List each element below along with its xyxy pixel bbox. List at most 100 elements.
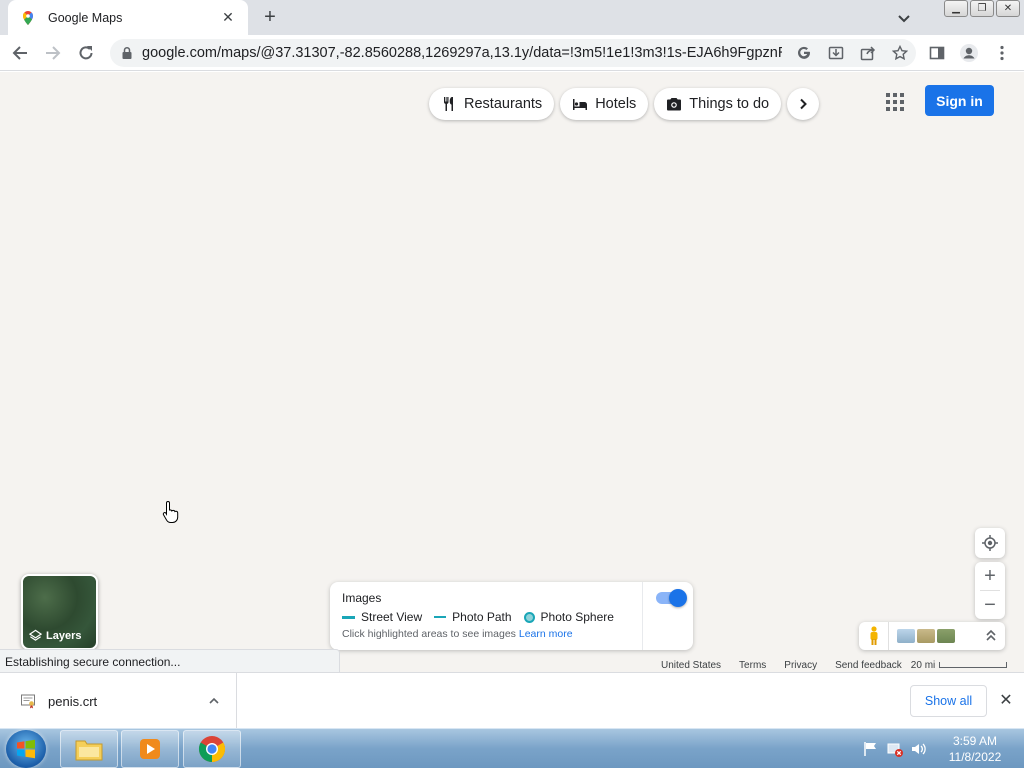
- status-bubble: Establishing secure connection...: [0, 649, 340, 672]
- media-player-icon: [140, 739, 160, 759]
- map-canvas[interactable]: Restaurants Hotels Things to do Sign in: [0, 72, 1024, 672]
- show-all-button[interactable]: Show all: [910, 685, 987, 717]
- window-close-icon[interactable]: ✕: [996, 0, 1020, 17]
- zoom-in-button[interactable]: +: [975, 562, 1005, 590]
- browser-menu-icon[interactable]: [990, 41, 1014, 65]
- taskbar-clock[interactable]: 3:59 AM 11/8/2022: [940, 733, 1010, 765]
- layers-label-wrap: Layers: [29, 629, 81, 642]
- chip-restaurants[interactable]: Restaurants: [429, 88, 555, 120]
- category-chips: Restaurants Hotels Things to do: [429, 88, 820, 120]
- close-tab-icon[interactable]: ✕: [220, 9, 236, 26]
- fork-knife-icon: [444, 97, 453, 111]
- clock-time: 3:59 AM: [952, 734, 998, 748]
- browser-toolbar: google.com/maps/@37.31307,-82.8560288,12…: [0, 35, 1024, 71]
- hint-text: Click highlighted areas to see images: [342, 628, 516, 640]
- toggle-knob: [669, 589, 687, 607]
- chevron-up-icon[interactable]: [208, 695, 220, 707]
- chip-label: Hotels: [595, 96, 637, 112]
- footer-feedback[interactable]: Send feedback: [835, 660, 902, 671]
- my-location-button[interactable]: [975, 528, 1005, 558]
- imagery-thumbnail[interactable]: [917, 629, 935, 643]
- images-panel: Images Street View Photo Path Photo Sphe…: [330, 582, 693, 650]
- forward-icon[interactable]: [41, 41, 65, 65]
- chrome-icon: [198, 736, 226, 763]
- images-toggle[interactable]: [656, 589, 687, 607]
- learn-more-link[interactable]: Learn more: [519, 628, 573, 640]
- address-bar[interactable]: google.com/maps/@37.31307,-82.8560288,12…: [110, 39, 916, 67]
- google-lens-icon[interactable]: [788, 41, 820, 65]
- tab-google-maps[interactable]: Google Maps ✕: [8, 0, 248, 35]
- windows-taskbar: 3:59 AM 11/8/2022: [0, 728, 1024, 768]
- scale-line: [939, 662, 1008, 668]
- pegman-icon[interactable]: [859, 622, 889, 650]
- street-view-bar: [859, 622, 1005, 650]
- layers-button[interactable]: Layers: [21, 574, 98, 650]
- minimize-icon[interactable]: ▁: [944, 0, 968, 17]
- taskbar-explorer[interactable]: [60, 730, 118, 768]
- chip-label: Restaurants: [464, 96, 543, 112]
- clock-date: 11/8/2022: [948, 750, 1002, 764]
- windows-logo-icon: [17, 739, 35, 759]
- legend-photo-sphere: Photo Sphere: [523, 610, 614, 624]
- folder-icon: [75, 740, 103, 761]
- volume-icon[interactable]: [910, 740, 928, 758]
- scale-label: 20 mi: [910, 659, 936, 671]
- street-view-line-icon: [342, 615, 355, 619]
- legend-street-view: Street View: [342, 610, 422, 624]
- side-panel-icon[interactable]: [925, 41, 949, 65]
- photo-sphere-dot-icon: [523, 611, 535, 623]
- omnibox-actions: [788, 41, 916, 65]
- chip-hotels[interactable]: Hotels: [560, 88, 649, 120]
- lock-icon[interactable]: [120, 46, 134, 60]
- footer-privacy[interactable]: Privacy: [784, 660, 817, 671]
- tab-title: Google Maps: [48, 10, 123, 25]
- zoom-controls: + −: [975, 562, 1005, 619]
- chips-next-button[interactable]: [787, 88, 820, 120]
- sign-in-button[interactable]: Sign in: [925, 85, 994, 116]
- bookmark-star-icon[interactable]: [884, 41, 916, 65]
- hand-cursor-icon: [162, 500, 179, 523]
- images-hint: Click highlighted areas to see images Le…: [342, 628, 573, 640]
- images-panel-title: Images: [342, 591, 382, 605]
- chevron-right-icon: [800, 98, 808, 110]
- close-shelf-icon[interactable]: ✕: [996, 691, 1016, 711]
- start-button[interactable]: [6, 730, 46, 768]
- profile-avatar-icon[interactable]: [957, 41, 981, 65]
- crosshair-location-icon: [982, 535, 998, 551]
- expand-chevron-icon[interactable]: [985, 629, 997, 644]
- imagery-thumbnail[interactable]: [897, 629, 915, 643]
- layers-icon: [29, 629, 42, 641]
- imagery-thumbnails: [897, 629, 955, 643]
- tab-strip: Google Maps ✕ + ▁ ❐ ✕: [0, 0, 1024, 35]
- footer-terms[interactable]: Terms: [739, 660, 766, 671]
- google-maps-favicon-icon: [23, 10, 33, 25]
- restore-icon[interactable]: ❐: [970, 0, 994, 17]
- zoom-out-button[interactable]: −: [975, 591, 1005, 619]
- tab-search-chevron-icon[interactable]: [894, 8, 914, 28]
- panel-divider: [642, 582, 643, 650]
- imagery-thumbnail[interactable]: [937, 629, 955, 643]
- back-icon[interactable]: [8, 41, 32, 65]
- google-apps-grid-icon[interactable]: [886, 93, 904, 111]
- legend-label: Street View: [361, 610, 423, 624]
- share-icon[interactable]: [852, 41, 884, 65]
- scale-bar[interactable]: 20 mi: [910, 659, 1008, 671]
- action-center-flag-icon[interactable]: [862, 740, 880, 758]
- footer-country[interactable]: United States: [661, 660, 721, 671]
- download-item[interactable]: penis.crt: [0, 673, 237, 729]
- camera-icon: [667, 98, 682, 111]
- legend-label: Photo Sphere: [540, 610, 614, 624]
- chip-things-to-do[interactable]: Things to do: [654, 88, 782, 120]
- reload-icon[interactable]: [74, 41, 98, 65]
- legend-label: Photo Path: [452, 610, 512, 624]
- taskbar-chrome[interactable]: [183, 730, 241, 768]
- certificate-file-icon: [21, 694, 35, 709]
- bed-icon: [573, 99, 588, 110]
- layers-label: Layers: [46, 629, 82, 642]
- new-tab-icon[interactable]: +: [258, 6, 282, 30]
- taskbar-media-player[interactable]: [121, 730, 179, 768]
- install-app-icon[interactable]: [820, 41, 852, 65]
- network-error-icon[interactable]: [886, 740, 904, 758]
- images-legend: Street View Photo Path Photo Sphere: [342, 610, 626, 624]
- url-text[interactable]: google.com/maps/@37.31307,-82.8560288,12…: [142, 45, 782, 61]
